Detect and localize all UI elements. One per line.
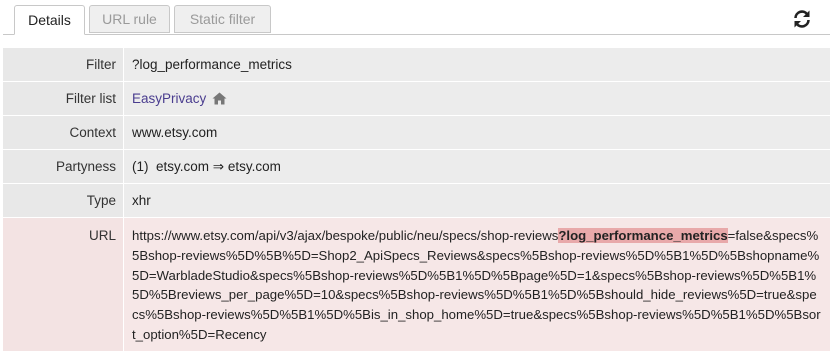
- context-value: www.etsy.com: [123, 116, 830, 149]
- details-table: Filter ?log_performance_metrics Filter l…: [3, 48, 830, 352]
- partyness-label: Partyness: [55, 159, 116, 174]
- filter-list-value: EasyPrivacy: [123, 82, 830, 115]
- url-prefix: https://www.etsy.com/api/v3/ajax/bespoke…: [132, 228, 559, 243]
- url-label: URL: [3, 218, 123, 351]
- row-filter: Filter ?log_performance_metrics: [3, 48, 830, 82]
- refresh-icon[interactable]: [792, 9, 812, 29]
- context-label: Context: [69, 125, 116, 140]
- tab-bar: Details URL rule Static filter: [3, 0, 830, 35]
- url-filter-match: ?log_performance_metrics: [558, 228, 728, 243]
- type-label: Type: [86, 193, 116, 208]
- home-icon[interactable]: [212, 84, 227, 117]
- type-value: xhr: [123, 184, 830, 217]
- tab-url-rule[interactable]: URL rule: [89, 5, 170, 33]
- url-suffix: =false&specs%5Bshop-reviews%5D%5B%5D=Sho…: [132, 228, 821, 342]
- partyness-value: (1) etsy.com ⇒ etsy.com: [123, 150, 830, 183]
- row-filter-list: Filter list EasyPrivacy: [3, 82, 830, 116]
- row-partyness: Partyness (1) etsy.com ⇒ etsy.com: [3, 150, 830, 184]
- tab-static-filter-label: Static filter: [189, 11, 256, 27]
- tab-details-label: Details: [28, 12, 71, 28]
- row-context: Context www.etsy.com: [3, 116, 830, 150]
- filter-list-label: Filter list: [65, 91, 116, 106]
- filter-value: ?log_performance_metrics: [123, 48, 830, 81]
- tab-static-filter[interactable]: Static filter: [174, 5, 271, 33]
- url-value: https://www.etsy.com/api/v3/ajax/bespoke…: [123, 218, 830, 351]
- tab-url-rule-label: URL rule: [102, 11, 157, 27]
- tab-details[interactable]: Details: [14, 5, 85, 35]
- row-type: Type xhr: [3, 184, 830, 218]
- filter-label: Filter: [86, 57, 116, 72]
- row-url: URL https://www.etsy.com/api/v3/ajax/bes…: [3, 218, 830, 352]
- filter-list-link[interactable]: EasyPrivacy: [132, 91, 206, 106]
